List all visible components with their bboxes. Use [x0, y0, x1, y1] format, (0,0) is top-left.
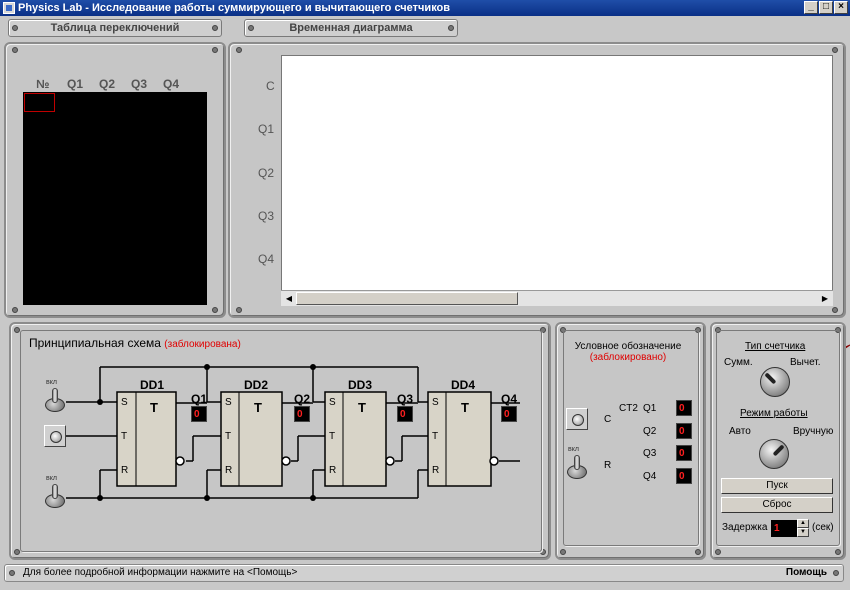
mode-knob[interactable]	[759, 439, 789, 469]
q1-indicator: 0	[191, 406, 207, 422]
legend-locked-note: (заблокировано)	[589, 352, 667, 363]
toggle-lever-icon	[52, 484, 58, 499]
pin-r: R	[329, 465, 337, 476]
auto-label: Авто	[729, 426, 751, 437]
screw-icon	[835, 549, 841, 555]
status-message: Для более подробной информации нажмите н…	[23, 567, 298, 578]
pin-r: R	[225, 465, 233, 476]
legend-reset-toggle[interactable]: вкл	[566, 446, 588, 481]
legend-clock-button[interactable]	[566, 408, 588, 430]
dd4-label: DD4	[451, 378, 476, 392]
delay-up-icon[interactable]: ▲	[797, 519, 809, 528]
delay-value[interactable]: 1	[771, 520, 797, 537]
legend-q1-label: Q1	[643, 403, 657, 414]
screw-icon	[695, 549, 701, 555]
dd2-label: DD2	[244, 378, 269, 392]
q4-label: Q4	[501, 392, 518, 406]
delay-down-icon[interactable]: ▼	[797, 528, 809, 537]
q3-label: Q3	[397, 392, 414, 406]
mode-label: Режим работы	[740, 408, 808, 419]
delay-label: Задержка	[722, 522, 768, 533]
delay-unit: (сек)	[812, 522, 834, 533]
pin-t: T	[225, 431, 232, 442]
screw-icon	[9, 570, 15, 576]
pin-s: S	[432, 397, 439, 408]
knob-pointer-icon	[772, 444, 785, 457]
pin-s: S	[225, 397, 232, 408]
pin-t: T	[432, 431, 439, 442]
legend-q2-indicator: 0	[676, 423, 692, 439]
clock-push-button[interactable]	[44, 425, 66, 447]
manual-label: Вручную	[793, 426, 834, 437]
legend-q4-label: Q4	[643, 471, 657, 482]
start-button[interactable]: Пуск	[721, 478, 833, 494]
legend-q3-indicator: 0	[676, 445, 692, 461]
set-toggle-switch[interactable]: вкл	[44, 379, 66, 414]
reset-toggle-label: вкл	[46, 475, 57, 482]
ff-type-label: T	[461, 400, 469, 415]
pin-r: R	[432, 465, 440, 476]
counter-type-label: Тип счетчика	[745, 341, 806, 352]
q3-indicator: 0	[397, 406, 413, 422]
legend-q1-indicator: 0	[676, 400, 692, 416]
legend-title-text: Условное обозначение	[574, 341, 682, 352]
q2-label: Q2	[294, 392, 311, 406]
dd3-label: DD3	[348, 378, 373, 392]
toggle-lever-icon	[574, 455, 580, 470]
counter-type-knob[interactable]	[760, 367, 790, 397]
legend-chip-label: CT2	[619, 403, 638, 414]
pin-t: T	[329, 431, 336, 442]
help-button[interactable]: Помощь	[786, 567, 827, 578]
q2-indicator: 0	[294, 406, 310, 422]
status-bar: Для более подробной информации нажмите н…	[4, 564, 844, 582]
q1-label: Q1	[191, 392, 208, 406]
q4-indicator: 0	[501, 406, 517, 422]
legend-pin-c: C	[604, 414, 612, 425]
pin-t: T	[121, 431, 128, 442]
legend-toggle-label: вкл	[568, 446, 579, 453]
pin-s: S	[329, 397, 336, 408]
reset-button[interactable]: Сброс	[721, 497, 833, 513]
screw-icon	[560, 549, 566, 555]
legend-pin-r: R	[604, 460, 612, 471]
screw-icon	[833, 570, 839, 576]
legend-q3-label: Q3	[643, 448, 657, 459]
dd1-label: DD1	[140, 378, 165, 392]
reset-toggle-switch[interactable]: вкл	[44, 475, 66, 510]
screw-icon	[715, 549, 721, 555]
ff-type-label: T	[254, 400, 262, 415]
subtract-label: Вычет.	[790, 357, 821, 368]
knob-pointer-icon	[764, 372, 777, 385]
ff-type-label: T	[358, 400, 366, 415]
legend-q2-label: Q2	[643, 426, 657, 437]
sum-label: Сумм.	[724, 357, 753, 368]
ff-type-label: T	[150, 400, 158, 415]
pin-r: R	[121, 465, 129, 476]
legend-q4-indicator: 0	[676, 468, 692, 484]
toggle-lever-icon	[52, 388, 58, 403]
legend-title: Условное обозначение (заблокировано)	[560, 341, 696, 363]
pin-s: S	[121, 397, 128, 408]
set-toggle-label: вкл	[46, 379, 57, 386]
